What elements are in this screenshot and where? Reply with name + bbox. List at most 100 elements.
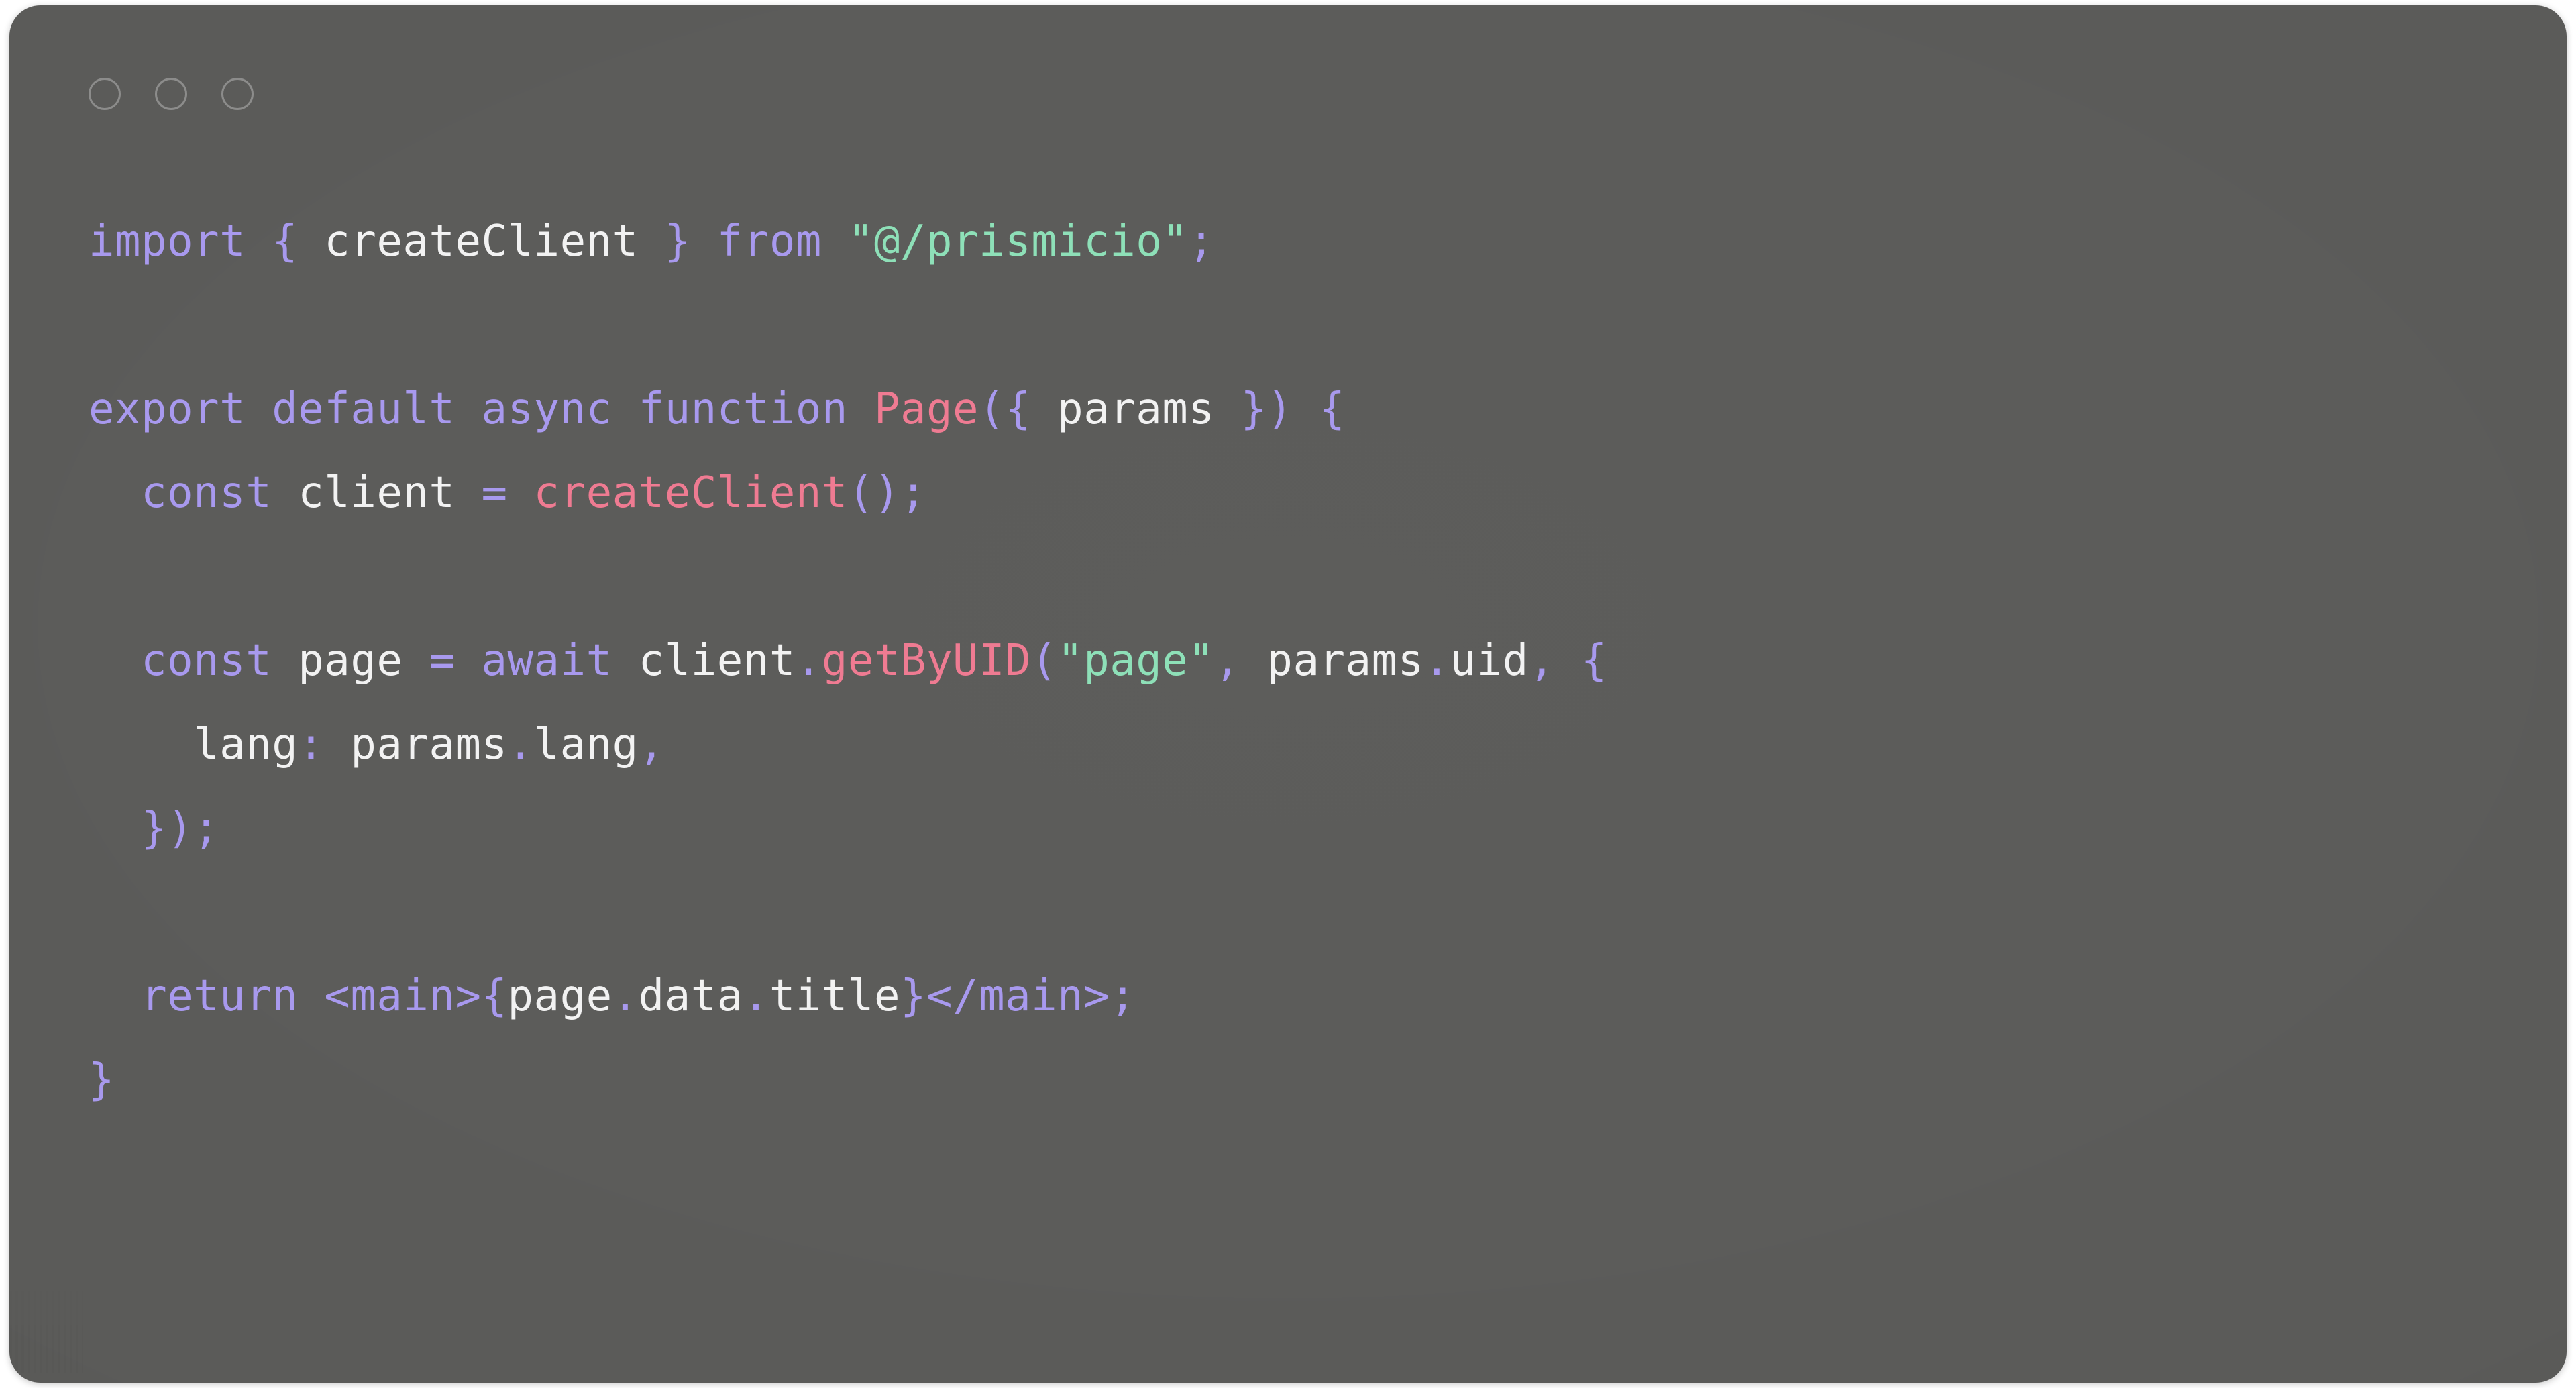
code-token-keyword: const bbox=[141, 636, 272, 686]
code-block[interactable]: import { createClient } from "@/prismici… bbox=[89, 200, 2513, 1122]
code-token-function: getByUID bbox=[821, 636, 1032, 686]
code-token-punctuation: } bbox=[900, 971, 926, 1021]
code-editor-area[interactable]: import { createClient } from "@/prismici… bbox=[89, 200, 2513, 1342]
code-token-identifier: data bbox=[638, 971, 743, 1021]
code-token-identifier: uid bbox=[1450, 636, 1529, 686]
code-token-keyword: import bbox=[89, 217, 246, 266]
code-line: import { createClient } from "@/prismici… bbox=[89, 217, 1214, 266]
code-token-punctuation: ; bbox=[1188, 217, 1215, 266]
code-token-punctuation: } bbox=[89, 1055, 115, 1105]
screenshot-root: import { createClient } from "@/prismici… bbox=[0, 0, 2576, 1388]
code-token-punctuation: ; bbox=[1110, 971, 1136, 1021]
code-line: const client = createClient(); bbox=[89, 468, 926, 518]
code-token-punctuation: . bbox=[1424, 636, 1450, 686]
code-token-identifier: params bbox=[350, 720, 508, 769]
code-token-punctuation: { bbox=[481, 971, 508, 1021]
code-token-identifier: params bbox=[1057, 384, 1215, 434]
code-token-identifier: lang bbox=[193, 720, 299, 769]
code-token-identifier: client bbox=[298, 468, 455, 518]
render-artifact bbox=[9, 1272, 83, 1373]
code-token-keyword: async bbox=[481, 384, 612, 434]
code-token-identifier: lang bbox=[533, 720, 639, 769]
maximize-dot[interactable] bbox=[221, 78, 254, 110]
code-line: } bbox=[89, 1055, 115, 1105]
code-token-punctuation: { bbox=[1319, 384, 1346, 434]
code-token-punctuation: . bbox=[743, 971, 769, 1021]
code-token-function: Page bbox=[873, 384, 979, 434]
code-token-identifier: page bbox=[507, 971, 612, 1021]
code-token-keyword: await bbox=[481, 636, 612, 686]
code-token-keyword: from bbox=[716, 217, 822, 266]
minimize-dot[interactable] bbox=[155, 78, 187, 110]
code-token-punctuation: }) bbox=[1240, 384, 1293, 434]
code-token-identifier: title bbox=[769, 971, 900, 1021]
code-token-keyword: return bbox=[141, 971, 299, 1021]
code-line: return <main>{page.data.title}</main>; bbox=[89, 971, 1136, 1021]
code-token-keyword: default bbox=[272, 384, 455, 434]
code-token-punctuation: : bbox=[298, 720, 325, 769]
code-line: }); bbox=[89, 804, 219, 853]
code-token-keyword: <main> bbox=[324, 971, 482, 1021]
code-token-identifier: page bbox=[298, 636, 403, 686]
code-line: lang: params.lang, bbox=[89, 720, 665, 769]
code-token-string: "@/prismicio" bbox=[847, 217, 1189, 266]
code-token-identifier: client bbox=[638, 636, 796, 686]
code-token-punctuation: ({ bbox=[979, 384, 1032, 434]
window-titlebar bbox=[89, 78, 254, 110]
code-token-keyword: export bbox=[89, 384, 246, 434]
code-line: const page = await client.getByUID("page… bbox=[89, 636, 1607, 686]
code-token-function: createClient bbox=[533, 468, 848, 518]
code-token-keyword: function bbox=[638, 384, 848, 434]
code-snippet-card: import { createClient } from "@/prismici… bbox=[9, 5, 2567, 1383]
code-token-identifier: params bbox=[1267, 636, 1424, 686]
code-token-punctuation: , bbox=[1528, 636, 1555, 686]
code-token-punctuation: { bbox=[272, 217, 299, 266]
code-token-punctuation: = bbox=[429, 636, 455, 686]
close-dot[interactable] bbox=[89, 78, 121, 110]
code-token-punctuation: ( bbox=[1031, 636, 1058, 686]
code-token-punctuation: . bbox=[612, 971, 639, 1021]
code-token-keyword: const bbox=[141, 468, 272, 518]
code-token-punctuation: }); bbox=[141, 804, 220, 853]
code-token-string: "page" bbox=[1057, 636, 1215, 686]
code-token-punctuation: , bbox=[1214, 636, 1241, 686]
code-token-punctuation: . bbox=[795, 636, 822, 686]
code-token-punctuation: , bbox=[638, 720, 665, 769]
code-line: export default async function Page({ par… bbox=[89, 384, 1346, 434]
code-token-identifier: createClient bbox=[324, 217, 639, 266]
code-token-punctuation: = bbox=[481, 468, 508, 518]
code-token-punctuation: } bbox=[664, 217, 691, 266]
code-token-punctuation: { bbox=[1580, 636, 1607, 686]
code-token-punctuation: . bbox=[507, 720, 534, 769]
